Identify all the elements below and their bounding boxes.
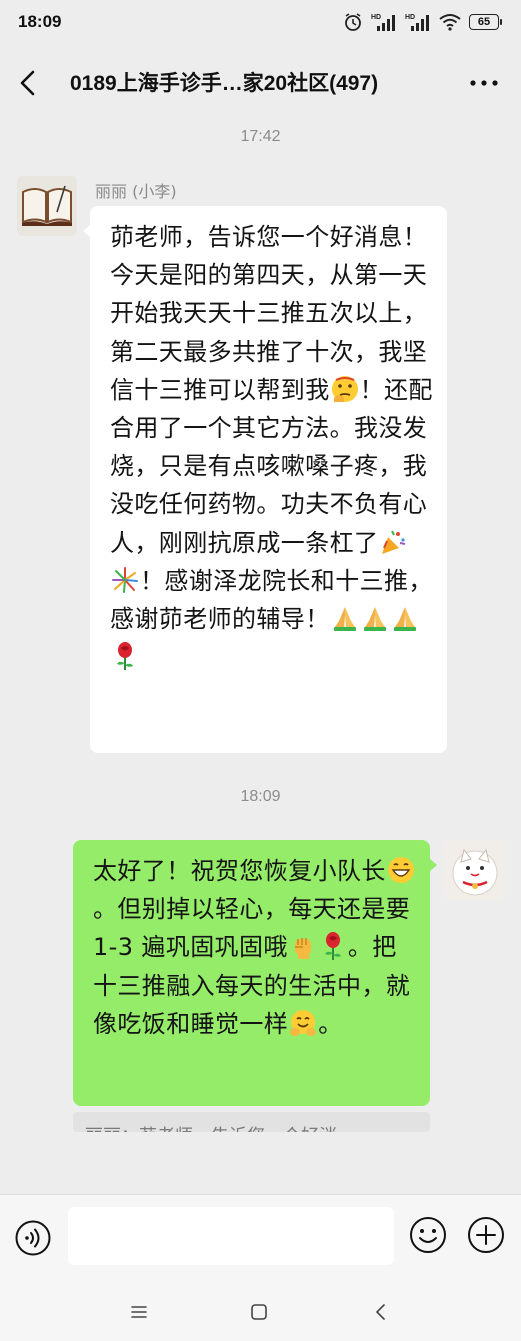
back-button[interactable] [12,66,46,100]
fireworks-emoji [112,566,138,593]
lucky-cat-avatar-icon [445,840,505,900]
fist-emoji [294,938,311,960]
emoji-icon [410,1217,446,1253]
sender-name: 丽丽 (小李) [95,182,177,201]
message-text: 太好了！祝贺您恢复小队长。但别掉以轻心，每天还是要 1-3 遍巩固巩固哦 。把十三… [93,852,416,1043]
input-bar [0,1194,521,1281]
chat-title: 0189上海手诊手…家20社区(497) [70,72,379,95]
rose-emoji [324,932,341,961]
emoji-button[interactable] [408,1215,448,1255]
alarm-icon [345,13,361,31]
more-actions-button[interactable] [466,1215,506,1255]
message-text-segment: 太好了！祝贺您恢复小队长 [93,857,386,885]
quoted-message-text: 丽丽：茆老师，告诉您一个好消 [85,1122,337,1132]
my-avatar[interactable] [445,840,505,900]
wifi-icon [439,14,461,31]
rose-emoji [117,642,133,671]
incoming-message-bubble[interactable]: 茆老师，告诉您一个好消息！今天是阳的第四天，从第一天开始我天天十三推五次以上，第… [83,206,447,753]
status-icons: HD HD 65 [343,10,502,34]
system-nav-bar [0,1281,521,1341]
home-icon [251,1304,267,1320]
sender-avatar[interactable] [17,176,77,236]
nav-menu-button[interactable] [126,1299,152,1325]
status-bar: 18:09 HD HD 65 [0,0,521,44]
network-label-2: HD [405,14,415,21]
more-dots-icon [470,80,498,86]
message-timestamp: 17:42 [240,128,281,145]
more-button[interactable] [467,66,501,100]
menu-icon [131,1306,147,1318]
grin-emoji [387,857,414,883]
signal-icon-2: HD [405,14,429,31]
chat-header: 0189上海手诊手…家20社区(497) [0,44,521,120]
nav-back-button[interactable] [368,1299,394,1325]
chevron-left-icon [20,70,35,96]
hug-face-emoji [290,1009,317,1036]
voice-icon [15,1220,51,1256]
battery-indicator: 65 [469,14,502,30]
folded-hands-emoji [363,607,386,632]
network-label: HD [371,14,381,21]
battery-level: 65 [477,16,491,28]
message-text: 茆老师，告诉您一个好消息！今天是阳的第四天，从第一天开始我天天十三推五次以上，第… [110,218,433,676]
thinking-face-emoji [331,375,358,402]
message-input[interactable] [68,1207,394,1265]
voice-button[interactable] [14,1219,52,1257]
signal-icon: HD [371,14,395,31]
status-time: 18:09 [18,12,62,31]
book-avatar-icon [17,176,77,236]
nav-home-button[interactable] [246,1299,272,1325]
message-timestamp: 18:09 [240,788,281,805]
outgoing-message-bubble[interactable]: 太好了！祝贺您恢复小队长。但别掉以轻心，每天还是要 1-3 遍巩固巩固哦 。把十三… [73,840,437,1106]
folded-hands-emoji [393,607,416,632]
folded-hands-emoji [333,607,356,632]
back-icon [376,1304,385,1320]
message-text-segment: 。 [318,1009,343,1038]
quoted-message[interactable]: 丽丽：茆老师，告诉您一个好消 [73,1112,430,1132]
party-popper-emoji [382,530,406,554]
plus-icon [468,1217,504,1253]
